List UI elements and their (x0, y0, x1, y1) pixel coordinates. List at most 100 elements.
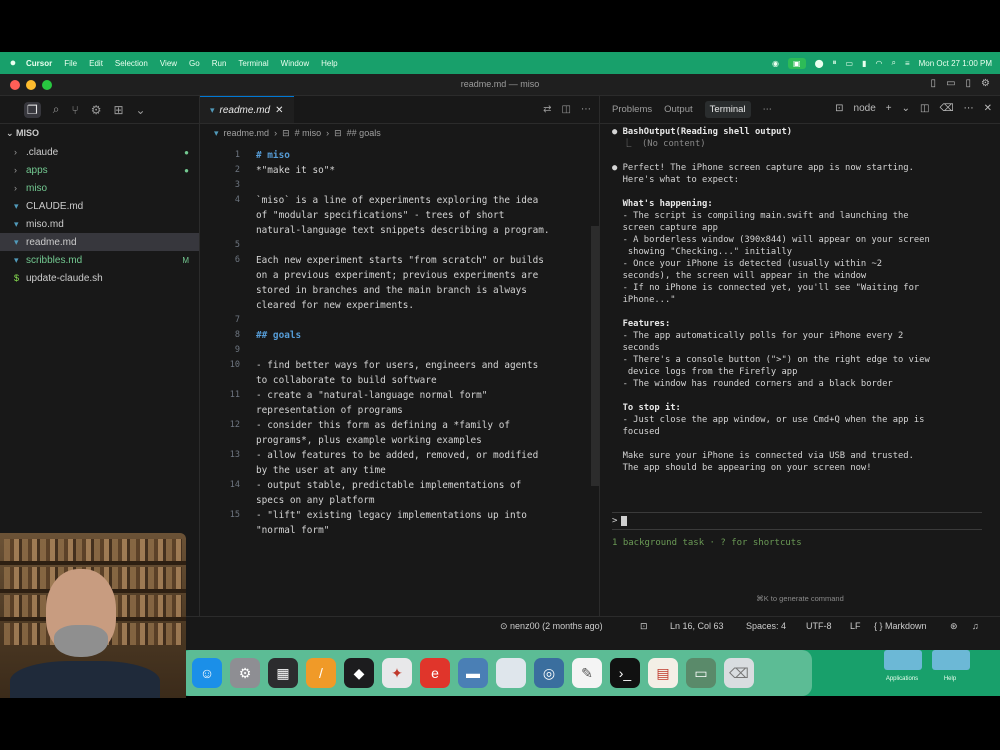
code-line[interactable]: by the user at any time (200, 463, 592, 478)
code-line[interactable]: 15 - "lift" existing legacy implementatio… (200, 508, 592, 523)
breadcrumb-item[interactable]: ## goals (347, 128, 381, 138)
control-center-icon[interactable]: ≡ (905, 59, 910, 68)
code-line[interactable]: 7 (200, 313, 592, 328)
code-line[interactable]: cleared for new experiments. (200, 298, 592, 313)
search-icon[interactable]: ⌕ (53, 102, 60, 117)
trash-icon[interactable]: ⌫ (724, 658, 754, 688)
browser-app-icon[interactable]: e (420, 658, 450, 688)
blank-app-icon[interactable] (496, 658, 526, 688)
code-line[interactable]: of "modular specifications" - trees of s… (200, 208, 592, 223)
code-line[interactable]: 4 `miso` is a line of experiments explori… (200, 193, 592, 208)
search-icon[interactable]: ⌕ (891, 58, 895, 68)
system-settings-icon[interactable]: ⚙ (230, 658, 260, 688)
pause-icon[interactable]: ⏸ (833, 58, 837, 68)
more-actions-icon[interactable]: ⋯ (964, 103, 974, 114)
code-line[interactable]: 12 - consider this form as defining a *fa… (200, 418, 592, 433)
screen-icon[interactable]: ▭ (846, 59, 854, 68)
extensions-icon[interactable]: ⊞ (113, 103, 123, 117)
help-folder-icon[interactable] (932, 650, 970, 670)
code-line[interactable]: 8 ## goals (200, 328, 592, 343)
terminal-shell-name[interactable]: node (854, 103, 876, 114)
wifi-icon[interactable]: ◠ (875, 59, 882, 68)
menu-run[interactable]: Run (212, 59, 227, 68)
debug-icon[interactable]: ⚙ (91, 103, 102, 117)
code-line[interactable]: 2 *"make it so"* (200, 163, 592, 178)
battery-icon[interactable]: ▮ (862, 59, 866, 68)
code-line[interactable]: on a previous experiment; previous exper… (200, 268, 592, 283)
add-terminal-icon[interactable]: + (886, 103, 892, 114)
document-app-icon[interactable]: ▤ (648, 658, 678, 688)
open-changes-icon[interactable]: ⇄ (543, 104, 551, 115)
split-editor-icon[interactable]: ◫ (562, 104, 571, 115)
explorer-root[interactable]: ⌄ MISO (0, 124, 199, 143)
code-line[interactable]: 14 - output stable, predictable implement… (200, 478, 592, 493)
breadcrumb-item[interactable]: # miso (295, 128, 322, 138)
tree-file-claude-md[interactable]: ▾ CLAUDE.md (0, 197, 199, 215)
code-line[interactable]: 9 (200, 343, 592, 358)
code-line[interactable]: 3 (200, 178, 592, 193)
git-blame-status[interactable]: ⊙ nenz00 (2 months ago) (500, 621, 603, 632)
code-area[interactable]: 1 # miso 2 *"make it so"* 3 4 `miso` is a line… (200, 148, 592, 538)
trash-icon[interactable]: ⌫ (939, 103, 953, 114)
close-icon[interactable]: ✕ (275, 105, 283, 116)
terminal-app-icon[interactable]: ›_ (610, 658, 640, 688)
code-line[interactable]: "normal form" (200, 523, 592, 538)
close-icon[interactable]: ✕ (984, 103, 992, 114)
claude-prompt-input[interactable]: > (612, 512, 982, 530)
menu-edit[interactable]: Edit (89, 59, 103, 68)
menu-go[interactable]: Go (189, 59, 200, 68)
code-line[interactable]: to collaborate to build software (200, 373, 592, 388)
finder-icon[interactable]: ☺ (192, 658, 222, 688)
code-line[interactable]: specs on any platform (200, 493, 592, 508)
cursor-position[interactable]: Ln 16, Col 63 (670, 621, 724, 631)
code-line[interactable]: 6 Each new experiment starts "from scratc… (200, 253, 592, 268)
code-line[interactable]: stored in branches and the main branch i… (200, 283, 592, 298)
language-mode[interactable]: { } Markdown (874, 621, 927, 631)
split-terminal-icon[interactable]: ◫ (920, 103, 929, 114)
chevron-down-icon[interactable]: ⌄ (902, 103, 910, 114)
preview-app-icon[interactable]: ▬ (458, 658, 488, 688)
toggle-panel-icon[interactable]: ▭ (946, 78, 955, 89)
code-line[interactable]: 11 - create a "natural-language normal fo… (200, 388, 592, 403)
apple-icon[interactable]: ● (0, 57, 26, 69)
status-chip[interactable]: ▣ (788, 57, 806, 69)
explorer-icon[interactable]: ❐ (24, 101, 41, 118)
encoding-status[interactable]: UTF-8 (806, 621, 832, 631)
code-line[interactable]: natural-language text snippets describin… (200, 223, 592, 238)
source-control-icon[interactable]: ⑂ (72, 103, 79, 117)
code-line[interactable]: representation of programs (200, 403, 592, 418)
screenshot-app-icon[interactable]: ▭ (686, 658, 716, 688)
menu-help[interactable]: Help (321, 59, 337, 68)
code-line[interactable]: 5 (200, 238, 592, 253)
status-circle-icon[interactable]: ◉ (772, 59, 779, 68)
copilot-icon[interactable]: ⊛ (950, 621, 958, 632)
menu-file[interactable]: File (64, 59, 77, 68)
tree-file-scribbles-md[interactable]: ▾ scribbles.md M (0, 251, 199, 269)
toggle-sidebar-icon[interactable]: ▯ (931, 78, 937, 89)
more-icon[interactable]: ⌄ (136, 103, 146, 117)
tree-folder-apps[interactable]: › apps ● (0, 161, 199, 179)
terminal-output[interactable]: ● BashOutput(Reading shell output) ⎿ (No… (600, 126, 992, 474)
tree-file-update-claude-sh[interactable]: $ update-claude.sh (0, 269, 199, 287)
code-line[interactable]: 10 - find better ways for users, engineer… (200, 358, 592, 373)
tree-file-miso-md[interactable]: ▾ miso.md (0, 215, 199, 233)
applications-folder-icon[interactable] (884, 650, 922, 670)
menu-app-name[interactable]: Cursor (26, 59, 52, 68)
indentation-status[interactable]: Spaces: 4 (746, 621, 786, 631)
settings-gear-icon[interactable]: ⚙ (981, 78, 990, 89)
code-line[interactable]: 13 - allow features to be added, removed,… (200, 448, 592, 463)
tab-problems[interactable]: Problems (612, 104, 652, 115)
chat-icon[interactable]: ⊡ (640, 621, 648, 632)
textedit-icon[interactable]: ✎ (572, 658, 602, 688)
editor-scrollbar[interactable] (591, 226, 599, 486)
more-icon[interactable]: ⋯ (763, 104, 773, 115)
more-actions-icon[interactable]: ⋯ (581, 104, 591, 115)
record-icon[interactable]: ⬤ (815, 59, 824, 68)
tree-folder-miso[interactable]: › miso (0, 179, 199, 197)
tree-file-readme-md[interactable]: ▾ readme.md (0, 233, 199, 251)
menubar-clock[interactable]: Mon Oct 27 1:00 PM (919, 59, 992, 68)
breadcrumb-item[interactable]: readme.md (224, 128, 270, 138)
menu-selection[interactable]: Selection (115, 59, 148, 68)
testflight-icon[interactable]: ✦ (382, 658, 412, 688)
quicktime-icon[interactable]: ◎ (534, 658, 564, 688)
